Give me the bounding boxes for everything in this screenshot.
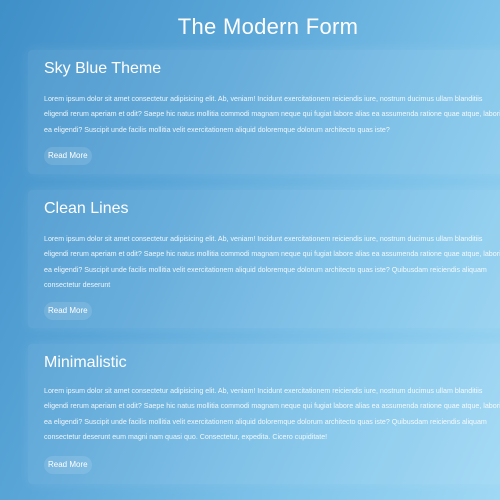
card-body: Lorem ipsum dolor sit amet consectetur a…: [44, 232, 500, 294]
card-body-line: ea eligendi? Suscipit unde facilis molli…: [44, 417, 487, 426]
read-more-button[interactable]: Read More: [44, 456, 92, 474]
card-body-line: eligendi rerum aperiam et odit? Saepe hi…: [44, 250, 500, 259]
card-title: Sky Blue Theme: [44, 60, 162, 77]
card-body-line: Lorem ipsum dolor sit amet consectetur a…: [44, 387, 483, 395]
card-body-line: eligendi rerum aperiam et odit? Saepe hi…: [44, 110, 500, 119]
card-body-line: consectetur deserunt eum magni nam quasi…: [44, 433, 328, 442]
card-body-line: ea eligendi? Suscipit unde facilis molli…: [44, 265, 487, 274]
card-body-line: Lorem ipsum dolor sit amet consectetur a…: [44, 235, 483, 243]
card-title: Minimalistic: [44, 354, 127, 371]
card-body-line: Lorem ipsum dolor sit amet consectetur a…: [44, 95, 483, 103]
card-body: Lorem ipsum dolor sit amet consectetur a…: [44, 384, 500, 446]
read-more-button[interactable]: Read More: [44, 302, 92, 320]
card-sky-blue-theme: Sky Blue Theme Lorem ipsum dolor sit ame…: [28, 50, 500, 174]
card-clean-lines: Clean Lines Lorem ipsum dolor sit amet c…: [28, 190, 500, 328]
card-body: Lorem ipsum dolor sit amet consectetur a…: [44, 92, 500, 138]
read-more-button[interactable]: Read More: [44, 147, 92, 165]
card-body-line: ea eligendi? Suscipit unde facilis molli…: [44, 125, 390, 134]
card-body-line: eligendi rerum aperiam et odit? Saepe hi…: [44, 402, 500, 411]
card-title: Clean Lines: [44, 200, 129, 217]
card-body-line: consectetur deserunt: [44, 281, 111, 290]
page-title: The Modern Form: [177, 14, 359, 39]
card-minimalistic: Minimalistic Lorem ipsum dolor sit amet …: [28, 344, 500, 484]
